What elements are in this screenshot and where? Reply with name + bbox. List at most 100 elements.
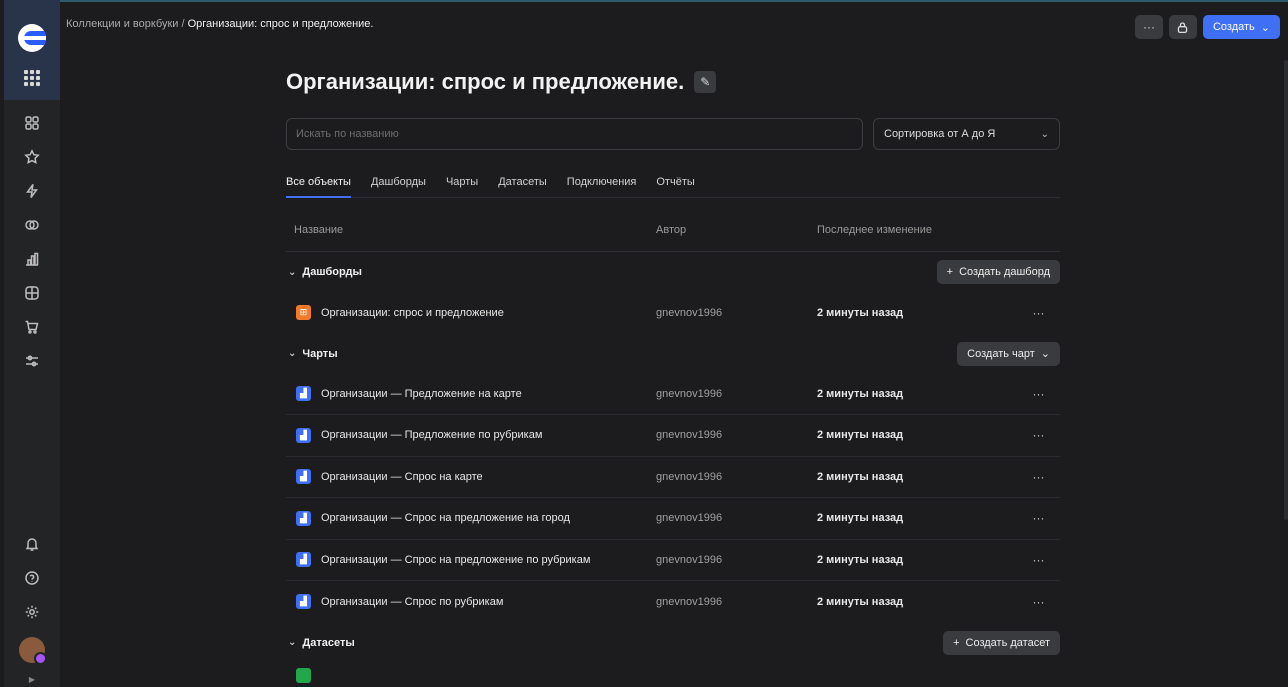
dashboards-icon[interactable]: [4, 276, 60, 310]
tab-datasets[interactable]: Датасеты: [498, 172, 547, 198]
expand-sidebar-icon[interactable]: ▶: [4, 671, 60, 687]
section-title-datasets: Датасеты: [302, 636, 355, 649]
chevron-down-icon: ⌄: [288, 637, 297, 648]
plus-icon: +: [946, 266, 954, 278]
tabs: Все объекты Дашборды Чарты Датасеты Подк…: [286, 172, 1060, 198]
row-author: gnevnov1996: [656, 429, 723, 442]
column-header-author[interactable]: Автор: [656, 224, 817, 236]
tab-reports[interactable]: Отчёты: [656, 172, 694, 198]
marketplace-cart-icon[interactable]: [4, 310, 60, 344]
row-name: Организации — Спрос на предложение на го…: [321, 512, 570, 525]
row-name: Организации — Спрос по рубрикам: [321, 595, 504, 608]
pencil-icon: ✎: [700, 75, 711, 89]
row-more-button[interactable]: ···: [1017, 553, 1060, 567]
row-more-button[interactable]: ···: [1017, 306, 1060, 320]
chevron-down-icon: ⌄: [1260, 21, 1270, 34]
avatar[interactable]: [19, 637, 47, 665]
chevron-down-icon: ⌄: [1040, 128, 1049, 140]
row-author: gnevnov1996: [656, 595, 723, 608]
help-icon[interactable]: [4, 561, 60, 595]
logo-icon[interactable]: [18, 24, 46, 52]
charts-icon[interactable]: [4, 242, 60, 276]
table-row[interactable]: ▟ Организации — Спрос на предложение по р…: [286, 540, 1060, 581]
row-author: gnevnov1996: [656, 512, 723, 525]
section-charts: ⌄ Чарты Создать чарт ⌄: [286, 334, 1060, 374]
top-actions: ··· Создать ⌄: [1134, 15, 1280, 39]
sidebar-bottom: ▶: [4, 527, 60, 687]
row-date: 2 минуты назад: [817, 470, 904, 483]
section-toggle-dashboards[interactable]: ⌄ Дашборды: [288, 266, 362, 278]
breadcrumb-separator: /: [178, 18, 188, 30]
sidebar-header: [4, 0, 60, 100]
chevron-down-icon: ⌄: [288, 266, 297, 278]
table-row[interactable]: ▟ Организации — Спрос на карте gnevnov199…: [286, 457, 1060, 498]
section-toggle-datasets[interactable]: ⌄ Датасеты: [288, 637, 355, 649]
charts-list: ▟ Организации — Предложение на карте gnev…: [286, 374, 1060, 623]
chart-icon: ▟: [296, 510, 311, 526]
edit-title-button[interactable]: ✎: [694, 71, 717, 93]
create-chart-button[interactable]: Создать чарт ⌄: [957, 341, 1060, 366]
breadcrumb-parent[interactable]: Коллекции и воркбуки: [66, 18, 178, 30]
section-dashboards: ⌄ Дашборды + Создать дашборд: [286, 252, 1060, 292]
collections-icon[interactable]: [4, 106, 60, 140]
section-datasets: ⌄ Датасеты + Создать датасет: [286, 623, 1060, 663]
table-row[interactable]: ⊞ Организации: спрос и предложение gnevno…: [286, 292, 1060, 334]
tab-all-objects[interactable]: Все объекты: [286, 172, 351, 198]
breadcrumb-current: Организации: спрос и предложение.: [187, 18, 374, 30]
datasets-list: [286, 663, 1060, 683]
favorites-star-icon[interactable]: [4, 140, 60, 174]
row-author: gnevnov1996: [656, 553, 723, 566]
row-more-button[interactable]: ···: [1017, 511, 1060, 525]
sort-select-label: Сортировка от А до Я: [884, 128, 996, 140]
row-date: 2 минуты назад: [817, 595, 904, 608]
search-input[interactable]: [286, 118, 863, 150]
filter-row: Сортировка от А до Я ⌄: [286, 118, 1060, 150]
chart-icon: ▟: [296, 552, 311, 568]
create-chart-label: Создать чарт: [967, 347, 1035, 360]
connections-bolt-icon[interactable]: [4, 174, 60, 208]
create-dashboard-button[interactable]: + Создать дашборд: [936, 260, 1060, 284]
lock-button[interactable]: [1168, 15, 1197, 39]
row-more-button[interactable]: ···: [1017, 428, 1060, 442]
chart-icon: ▟: [296, 386, 311, 402]
dataset-icon: [296, 667, 311, 683]
tab-connections[interactable]: Подключения: [567, 172, 637, 198]
plus-icon: +: [953, 636, 960, 649]
table-row[interactable]: ▟ Организации — Спрос по рубрикам gnevnov…: [286, 581, 1060, 623]
apps-grid-icon[interactable]: [24, 70, 40, 86]
row-name: Организации: спрос и предложение: [321, 306, 504, 319]
column-header-date[interactable]: Последнее изменение: [817, 224, 1017, 236]
row-author: gnevnov1996: [656, 470, 723, 483]
table-row[interactable]: ▟ Организации — Предложение на карте gnev…: [286, 374, 1060, 415]
row-name: Организации — Спрос на предложение по ру…: [321, 553, 591, 566]
row-more-button[interactable]: ···: [1017, 470, 1060, 484]
section-title-charts: Чарты: [302, 347, 338, 360]
more-button[interactable]: ···: [1134, 15, 1163, 39]
section-toggle-charts[interactable]: ⌄ Чарты: [288, 348, 338, 360]
notifications-bell-icon[interactable]: [4, 527, 60, 561]
row-more-button[interactable]: ···: [1017, 595, 1060, 609]
tab-charts[interactable]: Чарты: [446, 172, 478, 198]
sidebar: ▶: [4, 0, 60, 687]
create-dataset-button[interactable]: + Создать датасет: [943, 630, 1060, 655]
table-row[interactable]: [286, 663, 1060, 683]
row-date: 2 минуты назад: [817, 429, 904, 442]
datasets-icon[interactable]: [4, 208, 60, 242]
chart-icon: ▟: [296, 469, 311, 485]
tab-dashboards[interactable]: Дашборды: [371, 172, 426, 198]
create-button[interactable]: Создать ⌄: [1202, 15, 1280, 39]
sort-select[interactable]: Сортировка от А до Я ⌄: [873, 118, 1060, 150]
column-header-name[interactable]: Название: [286, 224, 656, 236]
row-author: gnevnov1996: [656, 387, 723, 400]
title-row: Организации: спрос и предложение. ✎: [286, 60, 1060, 104]
row-more-button[interactable]: ···: [1017, 387, 1060, 401]
settings-sliders-icon[interactable]: [4, 344, 60, 378]
table-row[interactable]: ▟ Организации — Спрос на предложение на г…: [286, 498, 1060, 540]
row-name: Организации — Спрос на карте: [321, 470, 483, 483]
scrollbar[interactable]: [1284, 60, 1288, 520]
row-date: 2 минуты назад: [817, 512, 904, 525]
table-row[interactable]: ▟ Организации — Предложение по рубрикам g…: [286, 415, 1060, 457]
row-name: Организации — Предложение на карте: [321, 387, 522, 400]
gear-icon[interactable]: [4, 595, 60, 629]
chart-icon: ▟: [296, 594, 311, 610]
